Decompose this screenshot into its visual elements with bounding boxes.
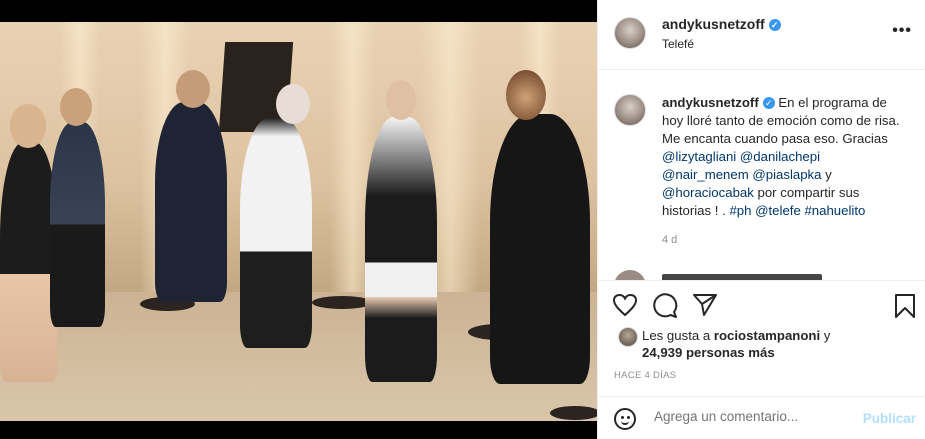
post-location[interactable]: Telefé xyxy=(662,37,694,51)
more-options-icon[interactable]: ••• xyxy=(892,22,912,40)
author-username[interactable]: andykusnetzoff ✓ xyxy=(662,16,781,32)
emoji-icon[interactable] xyxy=(614,408,636,430)
likes-prefix: Les gusta a xyxy=(642,328,714,343)
author-username-text[interactable]: andykusnetzoff xyxy=(662,16,765,32)
instagram-post: andykusnetzoff ✓ Telefé ••• andykusnetzof… xyxy=(0,0,925,439)
caption-username[interactable]: andykusnetzoff xyxy=(662,95,759,110)
comment-icon[interactable] xyxy=(652,293,678,319)
verified-badge-icon: ✓ xyxy=(768,19,781,31)
liker-avatar[interactable] xyxy=(618,327,638,347)
comment-input[interactable] xyxy=(654,409,854,424)
hashtag-ph[interactable]: #ph xyxy=(729,203,751,218)
mention-telefe[interactable]: @telefe xyxy=(755,203,801,218)
publish-button[interactable]: Publicar xyxy=(863,411,916,426)
bookmark-icon[interactable] xyxy=(894,293,916,319)
likes-count[interactable]: 24,939 personas más xyxy=(642,345,775,360)
caption-verified-icon: ✓ xyxy=(762,97,775,109)
caption-age[interactable]: 4 d xyxy=(662,234,677,246)
action-bar xyxy=(598,280,925,320)
comment-bar: Publicar xyxy=(598,396,925,439)
post-sidebar: andykusnetzoff ✓ Telefé ••• andykusnetzof… xyxy=(597,0,925,439)
mention-danilachepi[interactable]: @danilachepi xyxy=(740,149,820,164)
post-timestamp[interactable]: HACE 4 DÍAS xyxy=(614,370,676,381)
next-comment-cutoff xyxy=(614,270,914,280)
mention-horaciocabak[interactable]: @horaciocabak xyxy=(662,185,754,200)
mention-piaslapka[interactable]: @piaslapka xyxy=(752,167,821,182)
likes-joiner: y xyxy=(820,328,831,343)
post-caption: andykusnetzoff ✓ En el programa de hoy ll… xyxy=(662,94,902,220)
liker-username[interactable]: rociostampanoni xyxy=(714,328,820,343)
post-header: andykusnetzoff ✓ Telefé ••• xyxy=(598,0,925,70)
mention-lizytagliani[interactable]: @lizytagliani xyxy=(662,149,736,164)
post-photo[interactable] xyxy=(0,0,597,439)
caption-connector: y xyxy=(821,167,832,182)
share-icon[interactable] xyxy=(692,293,718,317)
likes-summary: Les gusta a rociostampanoni y xyxy=(642,327,830,345)
author-avatar[interactable] xyxy=(614,17,646,49)
photo-scene xyxy=(0,22,597,421)
caption-avatar[interactable] xyxy=(614,94,646,126)
hashtag-nahuelito[interactable]: #nahuelito xyxy=(804,203,865,218)
heart-icon[interactable] xyxy=(612,293,638,317)
mention-nair-menem[interactable]: @nair_menem xyxy=(662,167,749,182)
